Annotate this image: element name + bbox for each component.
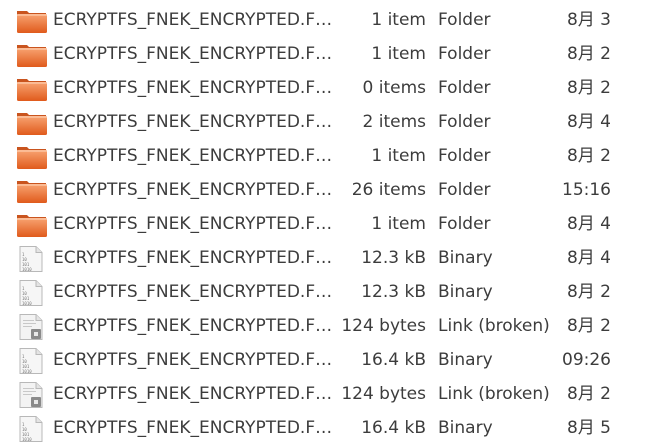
file-size: 1 item bbox=[371, 44, 426, 64]
file-name: ECRYPTFS_FNEK_ENCRYPTED.F… bbox=[53, 214, 333, 234]
file-name: ECRYPTFS_FNEK_ENCRYPTED.F… bbox=[53, 180, 333, 200]
file-row[interactable]: 1 10 101 1010 ECRYPTFS_FNEK_ENCRYPTED.F…… bbox=[0, 275, 648, 309]
file-row[interactable]: 1 10 101 1010 ECRYPTFS_FNEK_ENCRYPTED.F…… bbox=[0, 343, 648, 377]
binary-file-icon: 1 10 101 1010 bbox=[16, 280, 48, 306]
file-name: ECRYPTFS_FNEK_ENCRYPTED.F… bbox=[53, 146, 333, 166]
file-modified: 8月 5 bbox=[566, 418, 611, 438]
file-type: Folder bbox=[438, 180, 491, 200]
file-modified: 8月 2 bbox=[566, 78, 611, 98]
file-modified: 09:26 bbox=[562, 350, 611, 370]
file-name: ECRYPTFS_FNEK_ENCRYPTED.F… bbox=[53, 384, 333, 404]
folder-icon bbox=[16, 110, 48, 136]
file-row[interactable]: ECRYPTFS_FNEK_ENCRYPTED.F… 1 item Folder 8月… bbox=[0, 37, 648, 71]
file-type: Binary bbox=[438, 350, 493, 370]
file-modified: 8月 4 bbox=[566, 214, 611, 234]
svg-text:1010: 1010 bbox=[22, 369, 32, 374]
file-list: ECRYPTFS_FNEK_ENCRYPTED.F… 1 item Folder 8月… bbox=[0, 0, 648, 445]
file-row[interactable]: 1 10 101 1010 ECRYPTFS_FNEK_ENCRYPTED.F…… bbox=[0, 411, 648, 445]
file-type: Folder bbox=[438, 78, 491, 98]
file-size: 124 bytes bbox=[341, 384, 426, 404]
file-type: Binary bbox=[438, 248, 493, 268]
file-size: 1 item bbox=[371, 10, 426, 30]
file-type: Folder bbox=[438, 146, 491, 166]
file-name: ECRYPTFS_FNEK_ENCRYPTED.F… bbox=[53, 316, 333, 336]
file-row[interactable]: ECRYPTFS_FNEK_ENCRYPTED.F… 1 item Folder 8月… bbox=[0, 207, 648, 241]
file-type: Binary bbox=[438, 282, 493, 302]
file-size: 16.4 kB bbox=[361, 350, 426, 370]
file-type: Binary bbox=[438, 418, 493, 438]
file-modified: 8月 2 bbox=[566, 316, 611, 336]
file-type: Folder bbox=[438, 112, 491, 132]
file-type: Folder bbox=[438, 214, 491, 234]
file-size: 124 bytes bbox=[341, 316, 426, 336]
file-row[interactable]: ECRYPTFS_FNEK_ENCRYPTED.F… 1 item Folder 8月… bbox=[0, 3, 648, 37]
broken-link-file-icon bbox=[16, 382, 48, 408]
folder-icon bbox=[16, 42, 48, 68]
file-modified: 8月 3 bbox=[566, 10, 611, 30]
folder-icon bbox=[16, 8, 48, 34]
folder-icon bbox=[16, 178, 48, 204]
binary-file-icon: 1 10 101 1010 bbox=[16, 416, 48, 442]
file-modified: 15:16 bbox=[562, 180, 611, 200]
file-name: ECRYPTFS_FNEK_ENCRYPTED.F… bbox=[53, 112, 333, 132]
file-name: ECRYPTFS_FNEK_ENCRYPTED.F… bbox=[53, 10, 333, 30]
file-modified: 8月 4 bbox=[566, 248, 611, 268]
file-row[interactable]: ECRYPTFS_FNEK_ENCRYPTED.F… 0 items Folder 8… bbox=[0, 71, 648, 105]
folder-icon bbox=[16, 76, 48, 102]
file-modified: 8月 2 bbox=[566, 384, 611, 404]
file-modified: 8月 2 bbox=[566, 282, 611, 302]
binary-file-icon: 1 10 101 1010 bbox=[16, 348, 48, 374]
file-name: ECRYPTFS_FNEK_ENCRYPTED.F… bbox=[53, 78, 333, 98]
file-row[interactable]: 1 10 101 1010 ECRYPTFS_FNEK_ENCRYPTED.F…… bbox=[0, 241, 648, 275]
file-name: ECRYPTFS_FNEK_ENCRYPTED.F… bbox=[53, 282, 333, 302]
file-type: Folder bbox=[438, 10, 491, 30]
broken-link-file-icon bbox=[16, 314, 48, 340]
file-type: Folder bbox=[438, 44, 491, 64]
binary-file-icon: 1 10 101 1010 bbox=[16, 246, 48, 272]
folder-icon bbox=[16, 144, 48, 170]
file-name: ECRYPTFS_FNEK_ENCRYPTED.F… bbox=[53, 418, 333, 438]
file-name: ECRYPTFS_FNEK_ENCRYPTED.F… bbox=[53, 350, 333, 370]
file-row[interactable]: ECRYPTFS_FNEK_ENCRYPTED.F… 124 bytes Link … bbox=[0, 377, 648, 411]
file-row[interactable]: ECRYPTFS_FNEK_ENCRYPTED.F… 1 item Folder 8月… bbox=[0, 139, 648, 173]
file-size: 16.4 kB bbox=[361, 418, 426, 438]
svg-text:1010: 1010 bbox=[22, 437, 32, 442]
file-name: ECRYPTFS_FNEK_ENCRYPTED.F… bbox=[53, 248, 333, 268]
file-modified: 8月 2 bbox=[566, 146, 611, 166]
file-name: ECRYPTFS_FNEK_ENCRYPTED.F… bbox=[53, 44, 333, 64]
svg-text:1010: 1010 bbox=[22, 301, 32, 306]
file-size: 2 items bbox=[362, 112, 426, 132]
file-size: 12.3 kB bbox=[361, 282, 426, 302]
file-type: Link (broken) bbox=[438, 316, 550, 336]
file-type: Link (broken) bbox=[438, 384, 550, 404]
file-row[interactable]: ECRYPTFS_FNEK_ENCRYPTED.F… 2 items Folder 8… bbox=[0, 105, 648, 139]
file-modified: 8月 2 bbox=[566, 44, 611, 64]
file-modified: 8月 4 bbox=[566, 112, 611, 132]
file-row[interactable]: ECRYPTFS_FNEK_ENCRYPTED.F… 26 items Folder… bbox=[0, 173, 648, 207]
file-size: 1 item bbox=[371, 214, 426, 234]
file-size: 12.3 kB bbox=[361, 248, 426, 268]
file-row[interactable]: ECRYPTFS_FNEK_ENCRYPTED.F… 124 bytes Link … bbox=[0, 309, 648, 343]
file-size: 0 items bbox=[362, 78, 426, 98]
svg-text:1010: 1010 bbox=[22, 267, 32, 272]
file-size: 1 item bbox=[371, 146, 426, 166]
file-size: 26 items bbox=[351, 180, 426, 200]
folder-icon bbox=[16, 212, 48, 238]
